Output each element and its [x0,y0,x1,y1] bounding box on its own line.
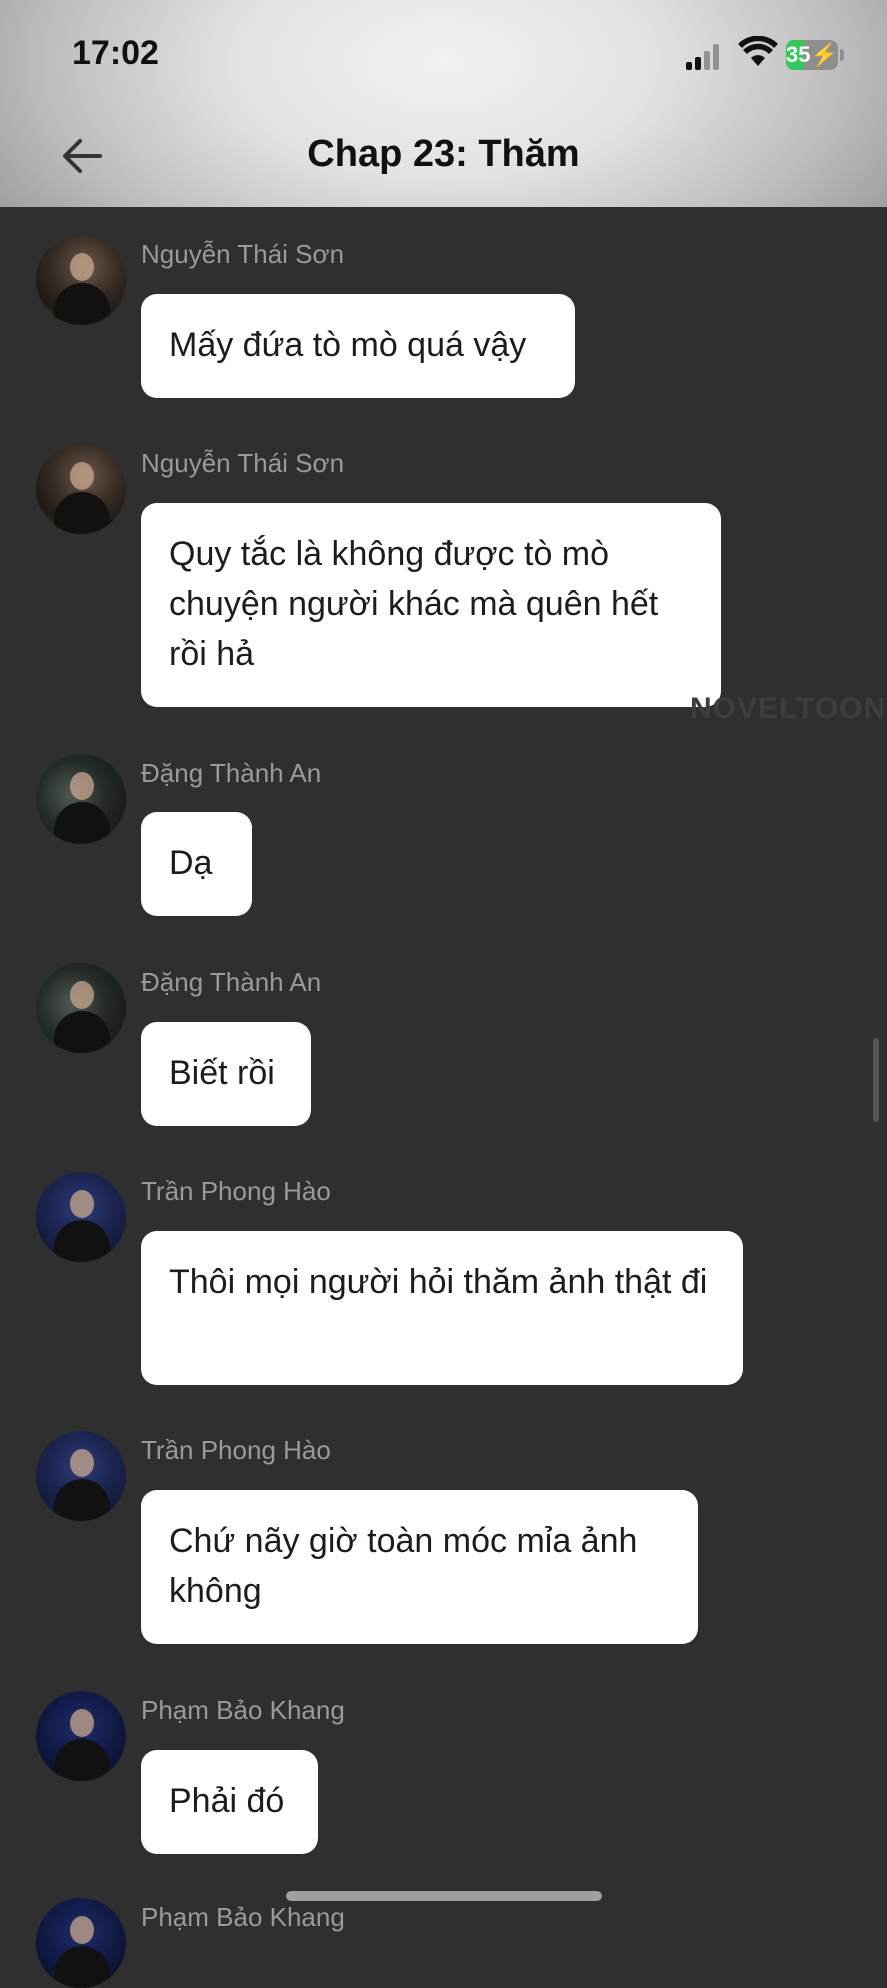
message-bubble: Phải đó [141,1750,318,1854]
avatar-dang-thanh-an[interactable] [36,754,126,844]
battery-charging-icon: 35⚡ [786,40,838,70]
message-author: Trần Phong Hào [141,1435,331,1465]
status-time: 17:02 [72,34,159,72]
home-indicator[interactable] [286,1891,602,1901]
message-bubble: Quy tắc là không được tò mò chuyện người… [141,503,721,707]
avatar-nguyen-thai-son[interactable] [36,235,126,325]
message-bubble: Biết rồi [141,1022,311,1126]
chapter-title: Chap 23: Thăm [307,133,580,175]
message-author: Đặng Thành An [141,967,322,997]
wifi-icon [738,36,778,66]
avatar-nguyen-thai-son[interactable] [36,444,126,534]
scrollbar[interactable] [873,1038,879,1122]
message-bubble: Mấy đứa tò mò quá vậy [141,294,575,398]
message-bubble: Chứ nãy giờ toàn móc mỉa ảnh không [141,1490,698,1644]
message-author: Đặng Thành An [141,758,322,788]
app-header: 17:02 35⚡ Chap 23: Thăm [0,0,887,207]
message-author: Phạm Bảo Khang [141,1695,345,1725]
avatar-dang-thanh-an[interactable] [36,963,126,1053]
battery-cap [840,49,844,61]
avatar-pham-bao-khang[interactable] [36,1691,126,1781]
message-author: Phạm Bảo Khang [141,1902,345,1932]
noveltoon-watermark: NOVELTOON [690,692,887,725]
message-bubble: Dạ [141,812,252,916]
avatar-pham-bao-khang[interactable] [36,1898,126,1988]
message-author: Nguyễn Thái Sơn [141,448,345,478]
signal-icon [686,42,726,70]
message-bubble: Thôi mọi người hỏi thăm ảnh thật đi [141,1231,743,1385]
battery-percent: 35⚡ [786,42,838,67]
avatar-tran-phong-hao[interactable] [36,1431,126,1521]
message-author: Trần Phong Hào [141,1176,331,1206]
message-author: Nguyễn Thái Sơn [141,239,345,269]
avatar-tran-phong-hao[interactable] [36,1172,126,1262]
